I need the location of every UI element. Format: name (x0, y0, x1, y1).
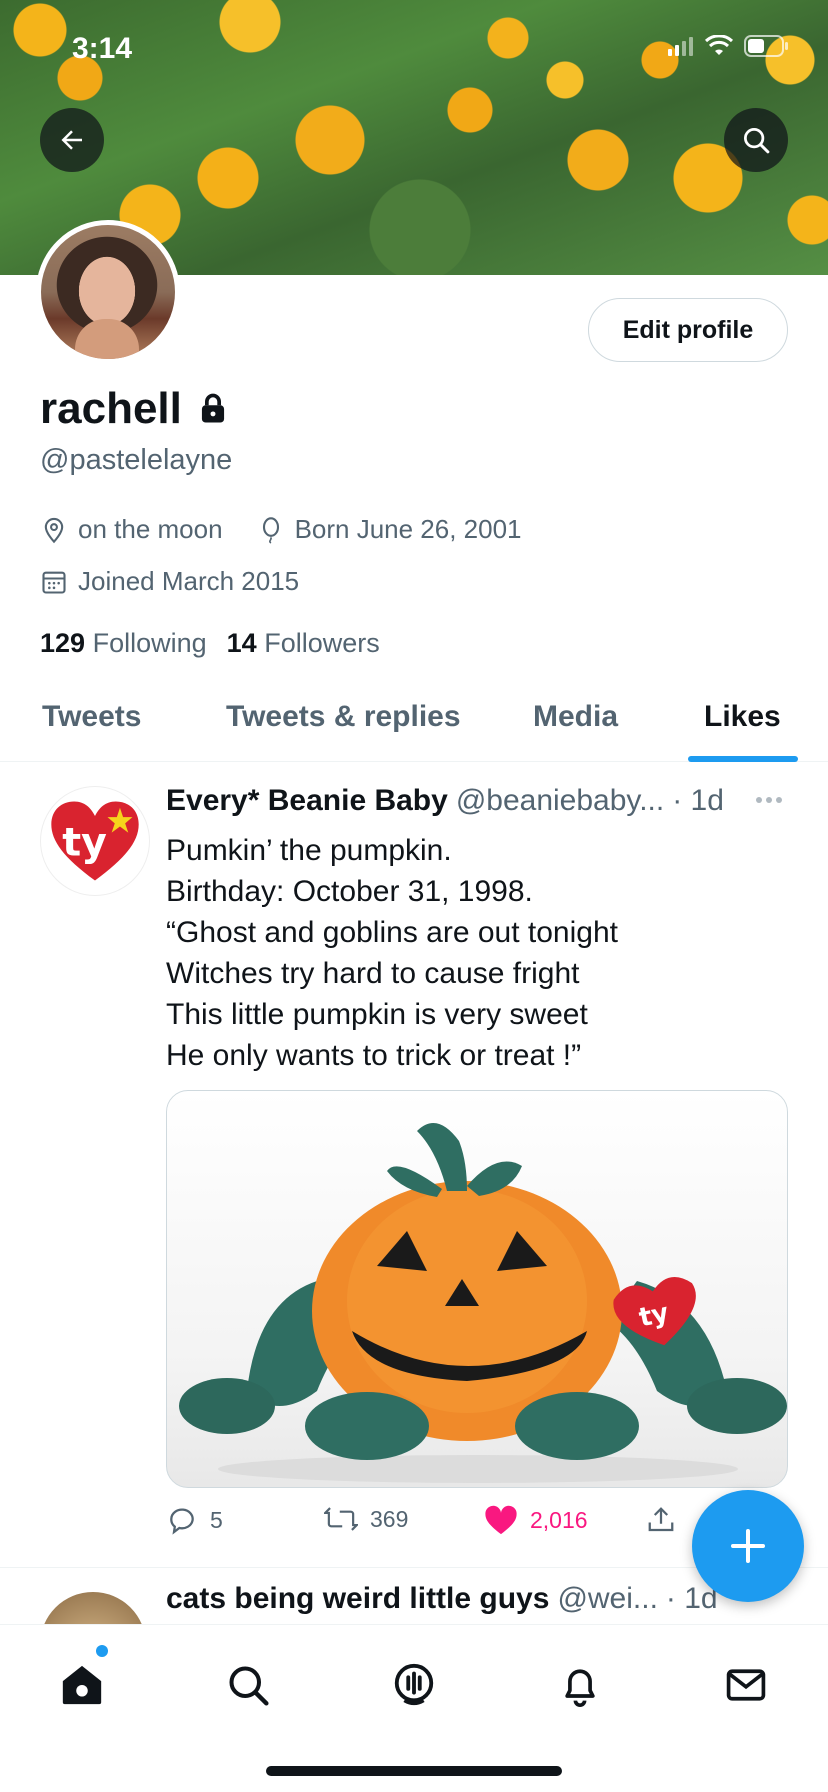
search-icon (744, 128, 770, 154)
tweet-author-avatar-text: ty (62, 820, 107, 866)
tweet-author-handle[interactable]: @beaniebaby... (456, 784, 664, 818)
tweet-header: Every* Beanie Baby @beaniebaby... · 1d (166, 784, 796, 818)
nav-spaces[interactable] (384, 1655, 444, 1715)
nav-search[interactable] (218, 1655, 278, 1715)
signal-icon (668, 37, 693, 56)
nav-home[interactable] (52, 1655, 112, 1715)
balloon-icon (262, 516, 279, 544)
reply-count: 5 (210, 1506, 223, 1533)
mail-icon (726, 1669, 766, 1701)
follow-stats: 129 Following 14 Followers (40, 628, 380, 659)
share-icon (648, 1507, 674, 1532)
tweet-text-line: Birthday: October 31, 1998. (166, 875, 533, 908)
profile-tabs: Tweets Tweets & replies Media Likes (0, 680, 828, 762)
followers-count: 14 (226, 628, 257, 658)
home-notification-dot (96, 1645, 108, 1657)
wifi-icon (704, 35, 734, 55)
tweet-media-image[interactable]: ty (166, 1090, 788, 1488)
search-button[interactable] (724, 108, 788, 172)
retweet-icon (324, 1507, 358, 1531)
display-name: rachell (40, 384, 182, 433)
tweet-text-line: This little pumpkin is very sweet (166, 998, 588, 1031)
tweet-author-avatar[interactable]: ty (40, 786, 150, 896)
media-tag-text: ty (636, 1298, 671, 1333)
search-icon (229, 1666, 269, 1706)
tab-likes[interactable]: Likes (704, 700, 781, 734)
share-button[interactable] (646, 1504, 676, 1536)
pumpkin-plush-image: ty (179, 1123, 787, 1483)
profile-name-row: rachell (40, 384, 228, 434)
like-button[interactable]: 2,016 (484, 1504, 588, 1536)
compose-tweet-button[interactable] (692, 1490, 804, 1602)
tweet-text: Pumkin’ the pumpkin. Birthday: October 3… (166, 830, 806, 1076)
spaces-icon (394, 1663, 434, 1706)
profile-meta-row: on the moon Born June 26, 2001 (40, 514, 546, 545)
joined: Joined March 2015 (40, 566, 299, 597)
plus-icon (731, 1529, 765, 1563)
ty-heart-logo: ty (51, 801, 139, 881)
nav-messages[interactable] (716, 1655, 776, 1715)
tweet-author-name[interactable]: cats being weird little guys (166, 1582, 549, 1616)
joined-text: Joined March 2015 (78, 566, 300, 596)
status-time: 3:14 (72, 32, 133, 65)
tweet-author-handle[interactable]: @wei... (557, 1582, 657, 1616)
calendar-icon (42, 571, 66, 594)
more-dots-icon (756, 797, 782, 803)
retweet-count: 369 (370, 1505, 409, 1532)
tweet-header: cats being weird little guys @wei... · 1… (166, 1582, 718, 1616)
tab-tweets[interactable]: Tweets (42, 700, 141, 734)
lock-icon (201, 393, 224, 423)
heart-icon (485, 1505, 517, 1535)
tab-media[interactable]: Media (533, 700, 618, 734)
bell-icon (565, 1669, 595, 1707)
birthday-text: Born June 26, 2001 (294, 514, 522, 544)
arrow-left-icon (61, 130, 82, 150)
profile-handle: @pastelelayne (40, 444, 233, 476)
location: on the moon (40, 514, 223, 545)
tweet-author-avatar[interactable] (40, 1592, 146, 1624)
tweet-text-line: Witches try hard to cause fright (166, 957, 580, 990)
reply-button[interactable]: 5 (166, 1504, 223, 1536)
tweet-time[interactable]: · 1d (672, 784, 724, 818)
birthday: Born June 26, 2001 (257, 514, 522, 545)
back-button[interactable] (40, 108, 104, 172)
tweet-more-button[interactable] (754, 792, 784, 810)
profile-joined-row: Joined March 2015 (40, 566, 323, 597)
like-count: 2,016 (530, 1506, 588, 1533)
tweet-author-name[interactable]: Every* Beanie Baby (166, 784, 448, 818)
reply-icon (170, 1508, 194, 1535)
following-label: Following (92, 628, 207, 658)
tweet-text-line: “Ghost and goblins are out tonight (166, 916, 618, 949)
tab-tweets-replies[interactable]: Tweets & replies (226, 700, 461, 734)
followers-link[interactable]: 14 Followers (227, 628, 380, 659)
location-text: on the moon (78, 514, 223, 544)
tweet-text-line: Pumkin’ the pumpkin. (166, 834, 452, 867)
followers-label: Followers (264, 628, 380, 658)
home-icon (62, 1665, 102, 1705)
retweet-button[interactable]: 369 (324, 1504, 408, 1534)
status-icons (668, 34, 790, 58)
battery-icon (744, 35, 788, 57)
location-pin-icon (44, 517, 64, 543)
home-indicator (266, 1766, 562, 1776)
profile-avatar[interactable] (36, 220, 180, 364)
nav-notifications[interactable] (550, 1655, 610, 1715)
following-link[interactable]: 129 Following (40, 628, 207, 659)
edit-profile-button[interactable]: Edit profile (588, 298, 788, 362)
tweet[interactable]: ty Every* Beanie Baby @beaniebaby... · 1… (0, 762, 828, 1568)
tweet-text-line: He only wants to trick or treat !” (166, 1039, 582, 1072)
tweet-actions: 5 369 2,016 (166, 1504, 686, 1544)
following-count: 129 (40, 628, 86, 658)
